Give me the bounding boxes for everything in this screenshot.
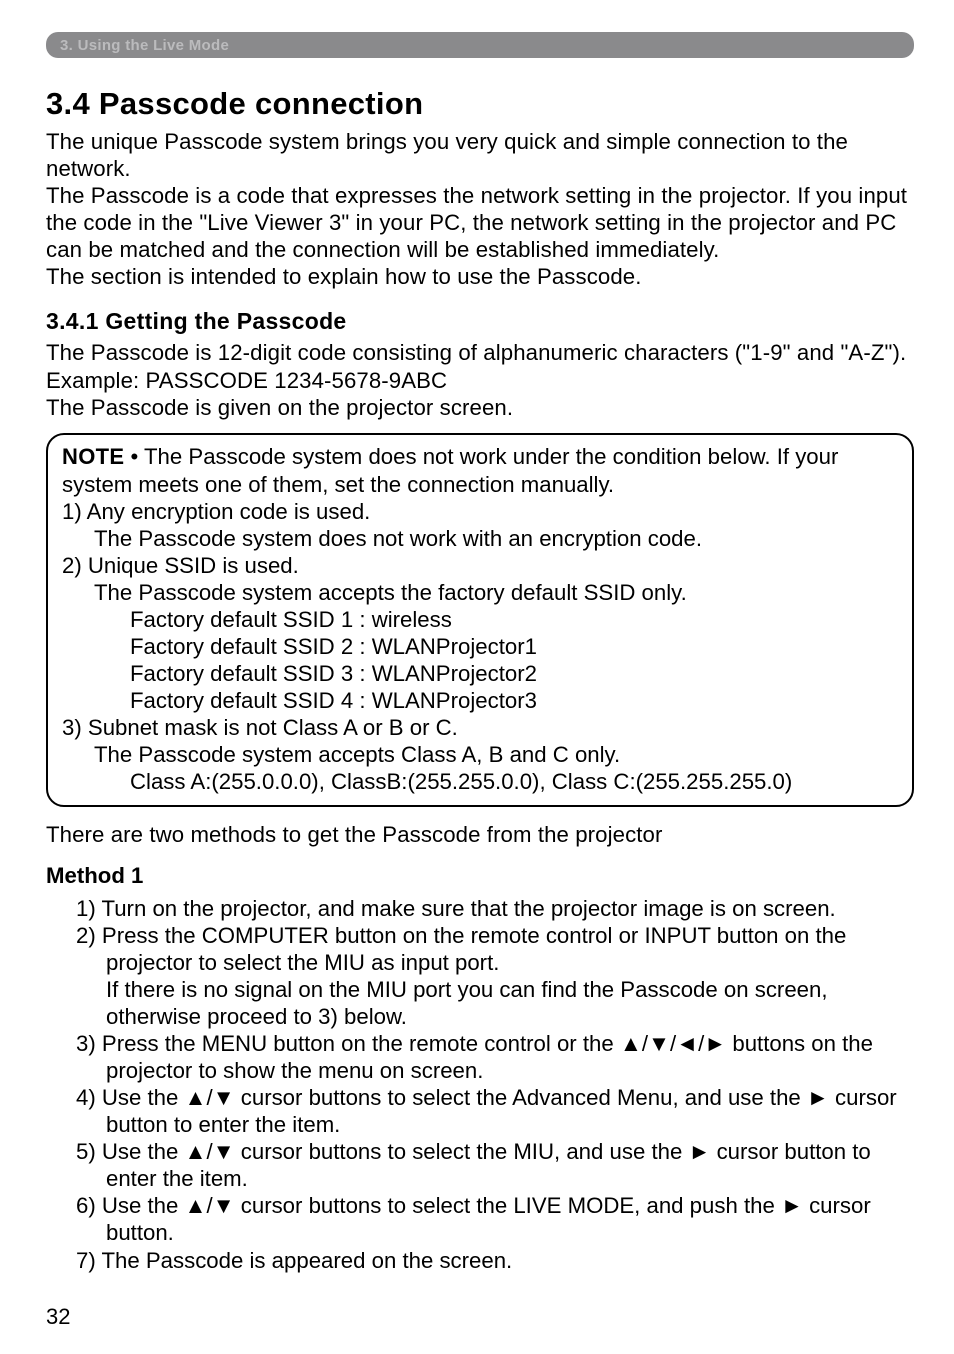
note-item-2b: Factory default SSID 1 : wireless: [62, 606, 898, 633]
intro-paragraph-3: The section is intended to explain how t…: [46, 263, 914, 290]
note-item-2e: Factory default SSID 4 : WLANProjector3: [62, 687, 898, 714]
note-item-1: 1) Any encryption code is used.: [62, 498, 898, 525]
page-root: 3. Using the Live Mode 3.4 Passcode conn…: [0, 0, 954, 1354]
sub-intro-2: The Passcode is given on the projector s…: [46, 394, 914, 421]
subsection-title: 3.4.1 Getting the Passcode: [46, 308, 914, 335]
method-1-list: 1) Turn on the projector, and make sure …: [46, 895, 914, 1274]
method-1-step-4: 4) Use the ▲/▼ cursor buttons to select …: [76, 1084, 914, 1138]
page-number: 32: [46, 1304, 70, 1330]
note-label: NOTE: [62, 444, 124, 469]
note-item-3b: Class A:(255.0.0.0), ClassB:(255.255.0.0…: [62, 768, 898, 795]
note-lead: • The Passcode system does not work unde…: [62, 444, 838, 497]
method-1-step-3: 3) Press the MENU button on the remote c…: [76, 1030, 914, 1084]
intro-block: The unique Passcode system brings you ve…: [46, 128, 914, 290]
note-item-2a: The Passcode system accepts the factory …: [62, 579, 898, 606]
note-item-1a: The Passcode system does not work with a…: [62, 525, 898, 552]
note-item-3: 3) Subnet mask is not Class A or B or C.: [62, 714, 898, 741]
intro-paragraph-2: The Passcode is a code that expresses th…: [46, 182, 914, 263]
method-1-step-5: 5) Use the ▲/▼ cursor buttons to select …: [76, 1138, 914, 1192]
sub-intro-1: The Passcode is 12-digit code consisting…: [46, 339, 914, 393]
section-title: 3.4 Passcode connection: [46, 86, 914, 122]
method-1-step-1: 1) Turn on the projector, and make sure …: [76, 895, 914, 922]
intro-paragraph-1: The unique Passcode system brings you ve…: [46, 128, 914, 182]
note-item-2d: Factory default SSID 3 : WLANProjector2: [62, 660, 898, 687]
method-1-heading: Method 1: [46, 863, 914, 889]
note-item-2: 2) Unique SSID is used.: [62, 552, 898, 579]
method-1-step-2: 2) Press the COMPUTER button on the remo…: [76, 922, 914, 976]
method-1-step-6: 6) Use the ▲/▼ cursor buttons to select …: [76, 1192, 914, 1246]
breadcrumb-label: 3. Using the Live Mode: [60, 37, 229, 54]
breadcrumb: 3. Using the Live Mode: [46, 32, 914, 58]
note-item-2c: Factory default SSID 2 : WLANProjector1: [62, 633, 898, 660]
method-1-step-2a: If there is no signal on the MIU port yo…: [76, 976, 914, 1030]
two-methods-text: There are two methods to get the Passcod…: [46, 821, 914, 848]
note-item-3a: The Passcode system accepts Class A, B a…: [62, 741, 898, 768]
subsection-intro: The Passcode is 12-digit code consisting…: [46, 339, 914, 420]
method-1-step-7: 7) The Passcode is appeared on the scree…: [76, 1247, 914, 1274]
note-box: NOTE • The Passcode system does not work…: [46, 433, 914, 808]
